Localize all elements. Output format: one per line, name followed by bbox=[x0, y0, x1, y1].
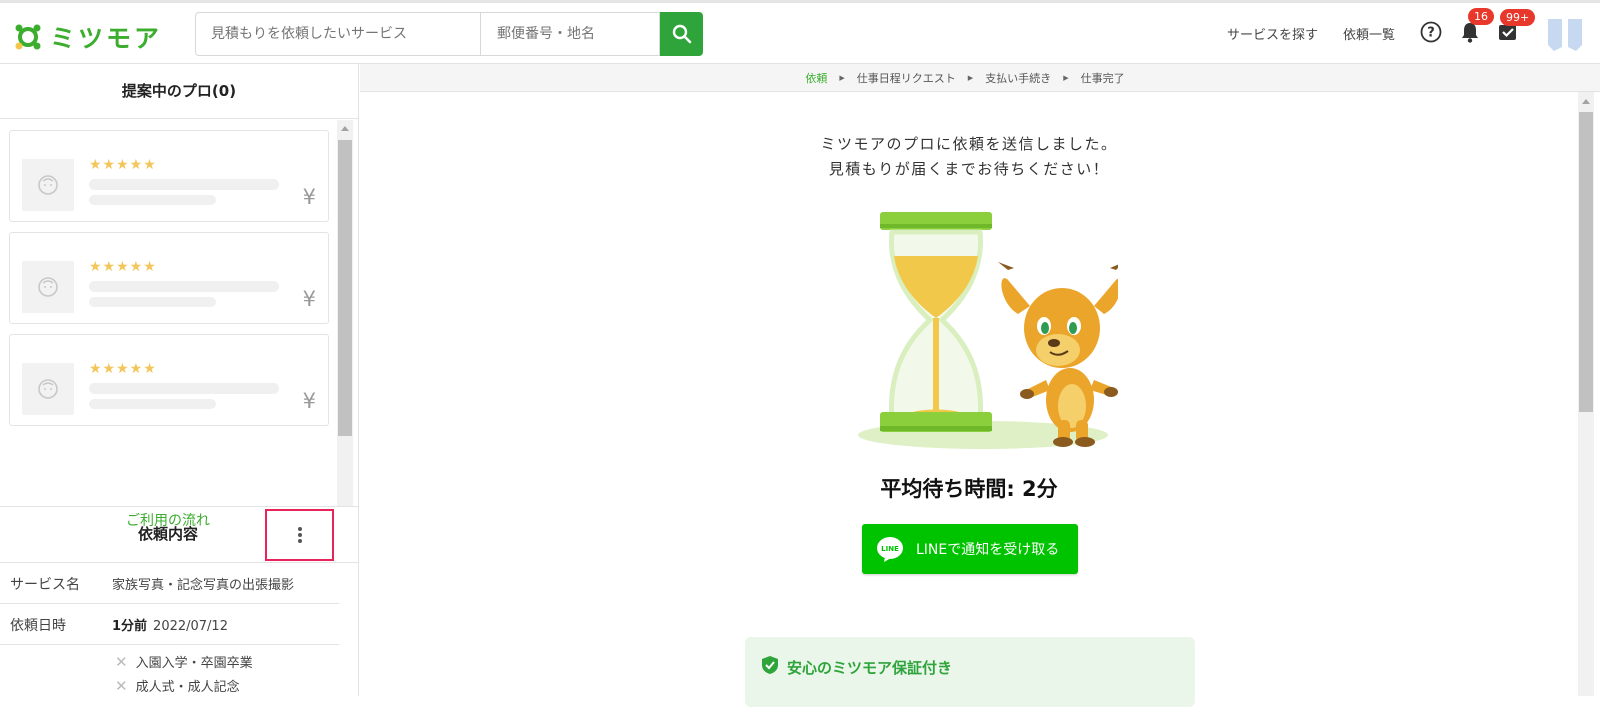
name-placeholder bbox=[89, 179, 279, 190]
chevron-right-icon: ▶ bbox=[839, 73, 845, 82]
notifications-badge: 16 bbox=[1468, 7, 1494, 25]
cross-icon: ✕ bbox=[115, 677, 128, 695]
tasks-button[interactable]: 99+ bbox=[1498, 8, 1536, 46]
tasks-badge: 99+ bbox=[1500, 8, 1536, 26]
service-name-row: サービス名 家族写真・記念写真の出張撮影 bbox=[0, 563, 339, 604]
scroll-up-icon[interactable] bbox=[1582, 99, 1590, 104]
main-content: 依頼 ▶ 仕事日程リクエスト ▶ 支払い手続き ▶ 仕事完了 ミツモアのプロに依… bbox=[360, 64, 1600, 707]
find-service-link[interactable]: サービスを探す bbox=[1227, 24, 1318, 43]
logo-mark-icon bbox=[14, 23, 42, 51]
requests-link[interactable]: 依頼一覧 bbox=[1343, 24, 1395, 43]
price-yen-icon: ¥ bbox=[302, 287, 316, 311]
scrollbar-thumb[interactable] bbox=[338, 140, 352, 436]
shield-check-icon bbox=[762, 656, 778, 674]
guarantee-banner: 安心のミツモア保証付き bbox=[745, 637, 1195, 707]
category-item: ✕ 入園入学・卒園卒業 bbox=[115, 653, 253, 671]
request-details-header: 依頼内容 bbox=[0, 506, 359, 563]
line-notify-button[interactable]: LINE LINEで通知を受け取る bbox=[862, 524, 1078, 574]
more-options-button[interactable] bbox=[265, 509, 334, 561]
svg-text:?: ? bbox=[1427, 25, 1435, 40]
detail-placeholder bbox=[89, 297, 216, 307]
service-name-label: サービス名 bbox=[10, 577, 80, 593]
confirmation-panel: ミツモアのプロに依頼を送信しました。 見積もりが届くまでお待ちください！ 平均待… bbox=[360, 92, 1578, 707]
rating-stars: ★★★★★ bbox=[89, 259, 157, 275]
main-scrollbar[interactable] bbox=[1578, 92, 1594, 696]
line-notify-label: LINEで通知を受け取る bbox=[916, 542, 1060, 558]
breadcrumb-step-request: 依頼 bbox=[805, 71, 828, 85]
search-bar bbox=[195, 12, 703, 56]
rating-stars: ★★★★★ bbox=[89, 361, 157, 377]
location-input[interactable] bbox=[480, 12, 660, 56]
avatar-placeholder-icon bbox=[22, 159, 74, 211]
search-icon bbox=[672, 24, 691, 44]
name-placeholder bbox=[89, 383, 279, 394]
chevron-right-icon: ▶ bbox=[967, 73, 974, 82]
breadcrumb-step-payment: 支払い手続き bbox=[985, 71, 1052, 85]
site-header: ミツモア サービスを探す 依頼一覧 ? 16 bbox=[0, 3, 1600, 64]
breadcrumb-step-schedule: 仕事日程リクエスト bbox=[856, 71, 956, 85]
service-name-value: 家族写真・記念写真の出張撮影 bbox=[112, 578, 295, 593]
pro-card-placeholder: ★★★★★ ¥ bbox=[9, 334, 329, 426]
detail-placeholder bbox=[89, 399, 216, 409]
relative-time: 1分前 bbox=[112, 619, 148, 634]
request-date-value: 1分前 2022/07/12 bbox=[112, 615, 228, 634]
chevron-right-icon: ▶ bbox=[1063, 73, 1069, 82]
header-nav: サービスを探す 依頼一覧 ? 16 99+ bbox=[1227, 3, 1600, 64]
svg-text:LINE: LINE bbox=[881, 545, 899, 553]
absolute-date: 2022/07/12 bbox=[153, 619, 228, 634]
help-icon[interactable]: ? bbox=[1420, 21, 1442, 47]
logo-text: ミツモア bbox=[50, 24, 163, 53]
confirmation-message: ミツモアのプロに依頼を送信しました。 見積もりが届くまでお待ちください！ bbox=[820, 135, 1118, 178]
line-icon: LINE bbox=[877, 537, 903, 562]
price-yen-icon: ¥ bbox=[302, 389, 316, 413]
category-item: ✕ 成人式・成人記念 bbox=[115, 677, 240, 695]
guarantee-title: 安心のミツモア保証付き bbox=[787, 659, 953, 677]
kebab-menu-icon bbox=[297, 527, 302, 543]
detail-placeholder bbox=[89, 195, 216, 205]
price-yen-icon: ¥ bbox=[302, 185, 316, 209]
breadcrumb-step-complete: 仕事完了 bbox=[1080, 71, 1125, 85]
sidebar: 提案中のプロ(0) ★★★★★ ¥ ★★★★★ ¥ ★★★★★ ¥ ご利用の流れ… bbox=[0, 64, 359, 696]
request-date-label: 依頼日時 bbox=[10, 618, 66, 634]
request-date-row: 依頼日時 1分前 2022/07/12 bbox=[0, 604, 339, 645]
name-placeholder bbox=[89, 281, 279, 292]
proposing-pros-title: 提案中のプロ(0) bbox=[0, 64, 358, 119]
avatar-placeholder-icon bbox=[22, 261, 74, 313]
rating-stars: ★★★★★ bbox=[89, 157, 157, 173]
pro-card-placeholder: ★★★★★ ¥ bbox=[9, 232, 329, 324]
scroll-up-icon[interactable] bbox=[341, 126, 349, 131]
logo[interactable]: ミツモア bbox=[14, 19, 162, 55]
average-wait-time: 平均待ち時間: 2分 bbox=[880, 477, 1058, 501]
user-avatar[interactable] bbox=[1546, 17, 1584, 51]
avatar-placeholder-icon bbox=[22, 363, 74, 415]
pro-card-placeholder: ★★★★★ ¥ bbox=[9, 130, 329, 222]
pro-list: ★★★★★ ¥ ★★★★★ ¥ ★★★★★ ¥ ご利用の流れ bbox=[0, 120, 359, 529]
cross-icon: ✕ bbox=[115, 653, 128, 671]
notifications-button[interactable]: 16 bbox=[1460, 7, 1494, 47]
service-search-input[interactable] bbox=[195, 12, 480, 56]
search-button[interactable] bbox=[660, 12, 703, 56]
hourglass-deer-illustration bbox=[858, 212, 1118, 449]
breadcrumb: 依頼 ▶ 仕事日程リクエスト ▶ 支払い手続き ▶ 仕事完了 bbox=[360, 64, 1600, 92]
scrollbar-thumb[interactable] bbox=[1579, 112, 1593, 412]
sidebar-scrollbar[interactable] bbox=[337, 120, 353, 506]
